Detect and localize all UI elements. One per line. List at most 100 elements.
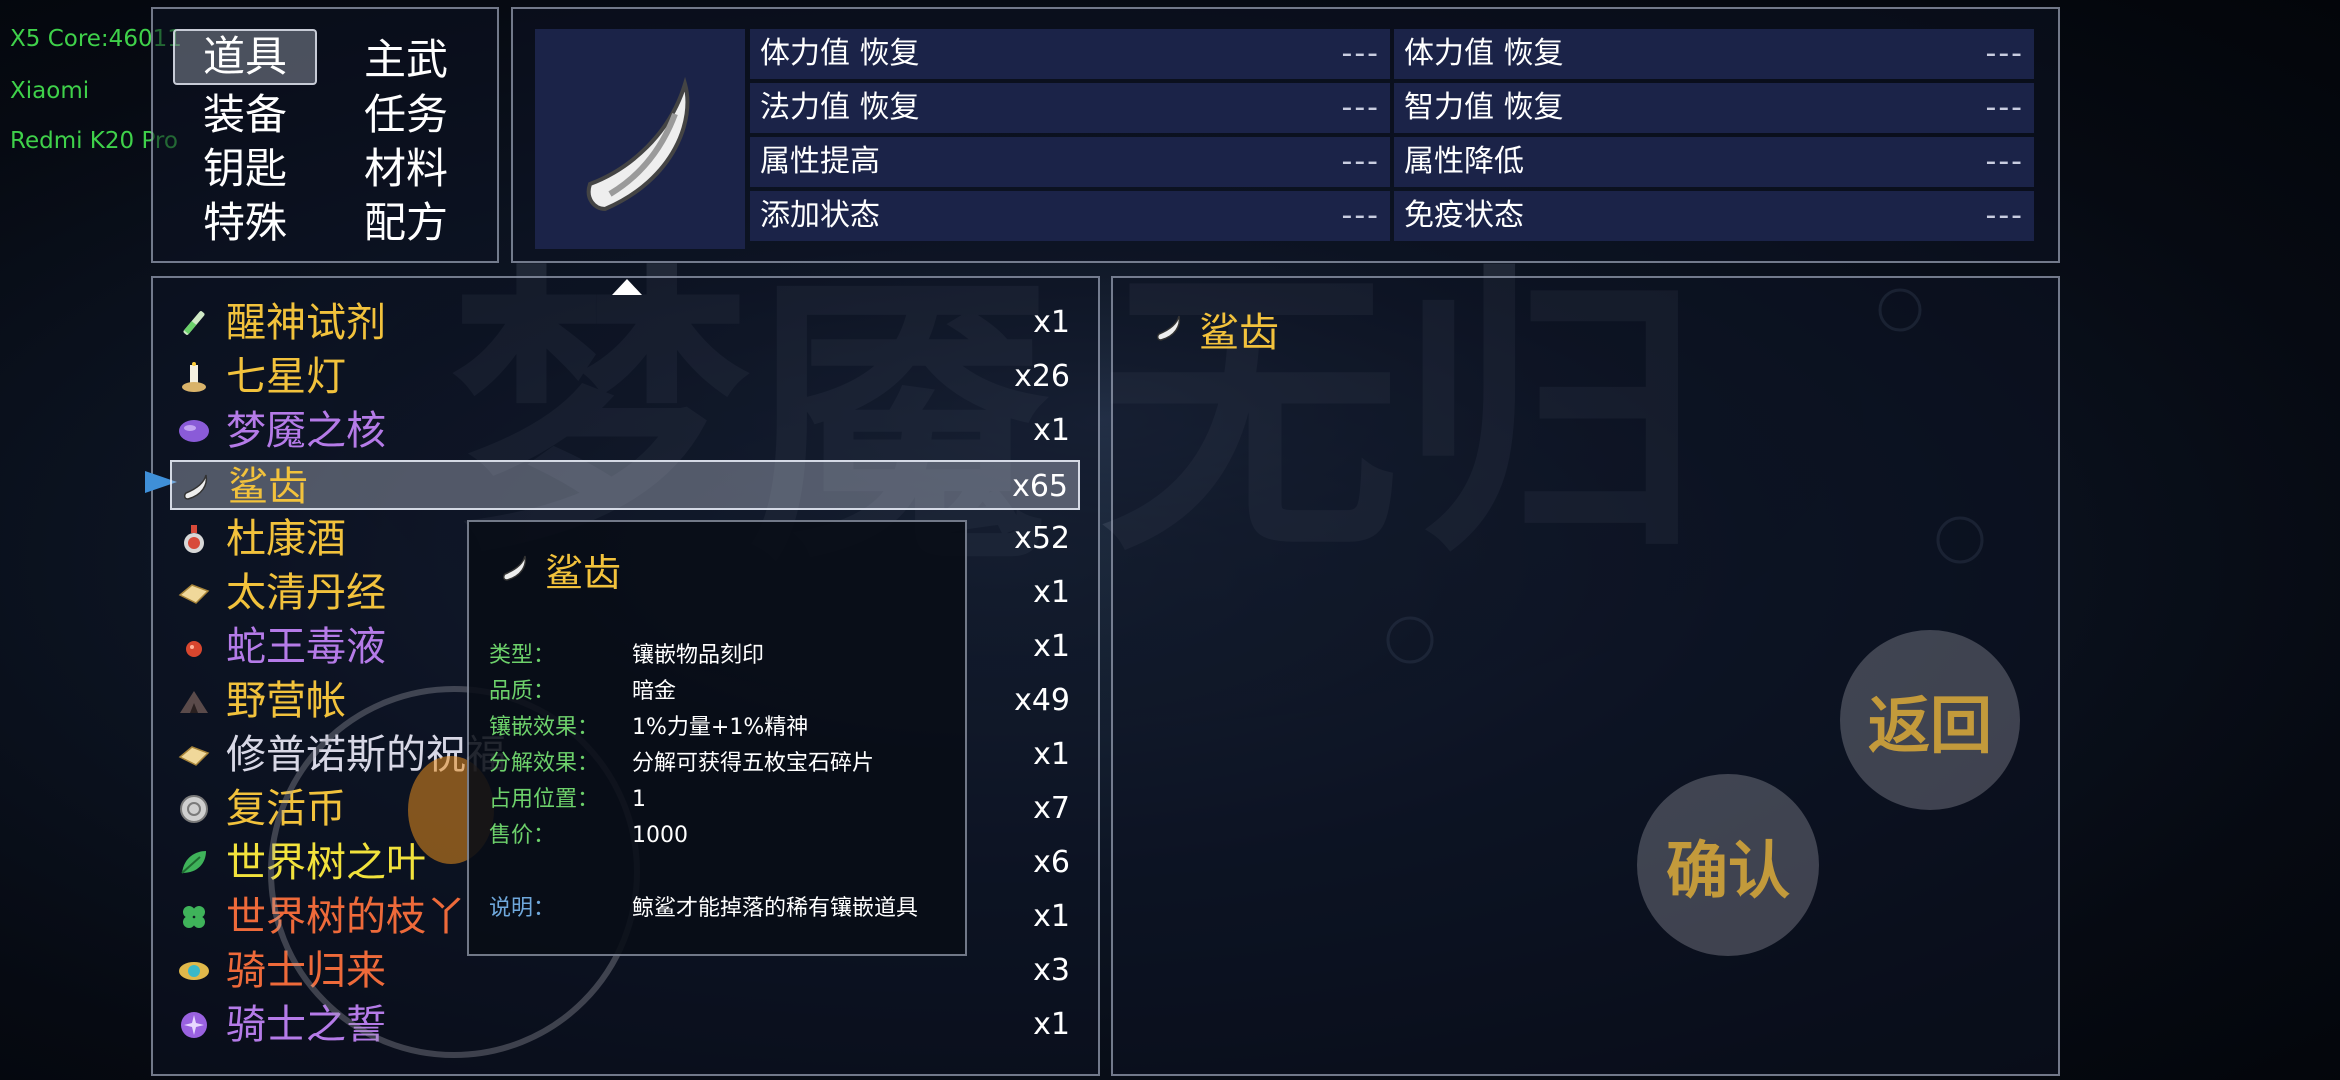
stat-value: --- (1341, 144, 1380, 179)
tooth-icon (1156, 315, 1181, 341)
tent-icon (180, 691, 208, 713)
tooltip-value: 1 (632, 787, 646, 812)
item-quantity: x1 (1033, 305, 1070, 340)
item-name: 梦魇之核 (226, 408, 386, 454)
back-button[interactable]: 返回 (1840, 630, 2020, 810)
stat-label: 属性提高 (760, 144, 880, 179)
coin-icon (180, 795, 208, 823)
orb-icon (181, 1012, 207, 1038)
item-quantity: x1 (1033, 575, 1070, 610)
tooltip-quality-row: 品质： 暗金 (489, 673, 676, 705)
tooltip-key: 镶嵌效果： (489, 715, 600, 740)
tooltip-description-row: 说明： 鲸鲨才能掉落的稀有镶嵌道具 (489, 890, 918, 922)
category-tab-keys[interactable]: 钥匙 (175, 143, 315, 195)
category-tab-special[interactable]: 特殊 (175, 197, 315, 249)
item-quantity: x1 (1033, 629, 1070, 664)
confirm-button[interactable]: 确认 (1637, 774, 1819, 956)
category-tab-recipes[interactable]: 配方 (336, 197, 476, 249)
category-tab-main-weapon[interactable]: 主武 (336, 34, 476, 86)
tooltip-value: 鲸鲨才能掉落的稀有镶嵌道具 (632, 896, 919, 921)
tooltip-key: 类型： (489, 643, 556, 668)
category-tab-items[interactable]: 道具 (173, 29, 317, 85)
wine-icon (184, 525, 204, 553)
tooltip-inlay-effect-row: 镶嵌效果： 1%力量+1%精神 (489, 709, 808, 741)
item-name: 杜康酒 (226, 516, 346, 562)
stat-label: 添加状态 (760, 198, 880, 233)
list-item[interactable]: 七星灯 x26 (170, 352, 1080, 402)
item-quantity: x1 (1033, 413, 1070, 448)
stat-label: 智力值 恢复 (1404, 90, 1564, 125)
stat-label: 体力值 恢复 (760, 36, 920, 71)
stat-hp-recovery: 体力值 恢复 --- (750, 29, 1390, 79)
item-tooltip: 鲨齿 类型： 镶嵌物品刻印 品质： 暗金 镶嵌效果： 1%力量+1%精神 分解效果：分… (467, 520, 967, 956)
clover-icon (183, 906, 205, 928)
detail-item-name: 鲨齿 (1199, 310, 1279, 356)
list-item-selected[interactable]: 鲨齿 x65 (170, 460, 1080, 510)
purple-gem-icon (179, 420, 209, 442)
list-item[interactable]: 梦魇之核 x1 (170, 406, 1080, 456)
tooltip-key: 占用位置： (489, 787, 600, 812)
stat-label: 体力值 恢复 (1404, 36, 1564, 71)
scroll-icon (178, 746, 210, 766)
item-quantity: x1 (1033, 1007, 1070, 1042)
item-quantity: x7 (1033, 791, 1070, 826)
stat-value: --- (1985, 144, 2024, 179)
device-brand-label: Xiaomi (10, 78, 90, 104)
item-quantity: x6 (1033, 845, 1070, 880)
stat-immune-status: 免疫状态 --- (1394, 191, 2034, 241)
item-quantity: x26 (1014, 359, 1070, 394)
item-quantity: x65 (1012, 469, 1068, 504)
list-item[interactable]: 骑士之誓 x1 (170, 1000, 1080, 1050)
item-quantity: x49 (1014, 683, 1070, 718)
stat-value: --- (1341, 198, 1380, 233)
item-quantity: x52 (1014, 521, 1070, 556)
item-quantity: x1 (1033, 737, 1070, 772)
item-name: 太清丹经 (226, 570, 386, 616)
tooltip-item-name: 鲨齿 (545, 551, 622, 595)
stat-attr-down: 属性降低 --- (1394, 137, 2034, 187)
tooltip-value: 镶嵌物品刻印 (632, 643, 765, 668)
item-name: 蛇王毒液 (226, 624, 386, 670)
item-name: 醒神试剂 (226, 300, 386, 346)
stat-add-status: 添加状态 --- (750, 191, 1390, 241)
stat-hp-recovery-2: 体力值 恢复 --- (1394, 29, 2034, 79)
stat-value: --- (1985, 198, 2024, 233)
category-tab-quest[interactable]: 任务 (336, 89, 476, 141)
candle-icon (182, 362, 206, 392)
tooltip-type-row: 类型： 镶嵌物品刻印 (489, 637, 764, 669)
item-name: 七星灯 (226, 354, 346, 400)
tooltip-value: 暗金 (632, 679, 677, 704)
item-stats-panel: 体力值 恢复 --- 体力值 恢复 --- 法力值 恢复 --- 智力值 恢复 --- … (511, 7, 2060, 263)
tooth-icon (586, 76, 690, 212)
stat-label: 免疫状态 (1404, 198, 1524, 233)
tooltip-key: 售价： (489, 823, 556, 848)
tooltip-key: 分解效果： (489, 751, 600, 776)
item-preview-box (535, 29, 745, 249)
stat-value: --- (1985, 90, 2024, 125)
category-tab-equipment[interactable]: 装备 (175, 89, 315, 141)
category-panel: 道具 主武 装备 任务 钥匙 材料 特殊 配方 (151, 7, 499, 263)
category-tab-materials[interactable]: 材料 (336, 143, 476, 195)
tooltip-key: 说明： (489, 896, 556, 921)
tooltip-price-row: 售价： 1000 (489, 817, 688, 849)
item-quantity: x3 (1033, 953, 1070, 988)
item-name: 野营帐 (226, 678, 346, 724)
stat-mp-recovery: 法力值 恢复 --- (750, 83, 1390, 133)
leaf-icon (181, 851, 206, 874)
tooltip-value: 分解可获得五枚宝石碎片 (632, 751, 875, 776)
tooltip-decompose-row: 分解效果： 分解可获得五枚宝石碎片 (489, 745, 874, 777)
scroll-up-arrow-icon[interactable] (612, 279, 642, 295)
tooltip-slot-row: 占用位置： 1 (489, 781, 646, 813)
eye-gem-icon (179, 962, 209, 980)
stat-value: --- (1341, 90, 1380, 125)
tooltip-key: 品质： (489, 679, 556, 704)
stat-int-recovery: 智力值 恢复 --- (1394, 83, 2034, 133)
tooth-icon (183, 474, 208, 500)
item-quantity: x1 (1033, 899, 1070, 934)
stat-label: 法力值 恢复 (760, 90, 920, 125)
item-name: 鲨齿 (228, 464, 308, 510)
venom-icon (186, 641, 202, 657)
list-item[interactable]: 醒神试剂 x1 (170, 298, 1080, 348)
scroll-icon (178, 584, 210, 604)
stat-value: --- (1985, 36, 2024, 71)
